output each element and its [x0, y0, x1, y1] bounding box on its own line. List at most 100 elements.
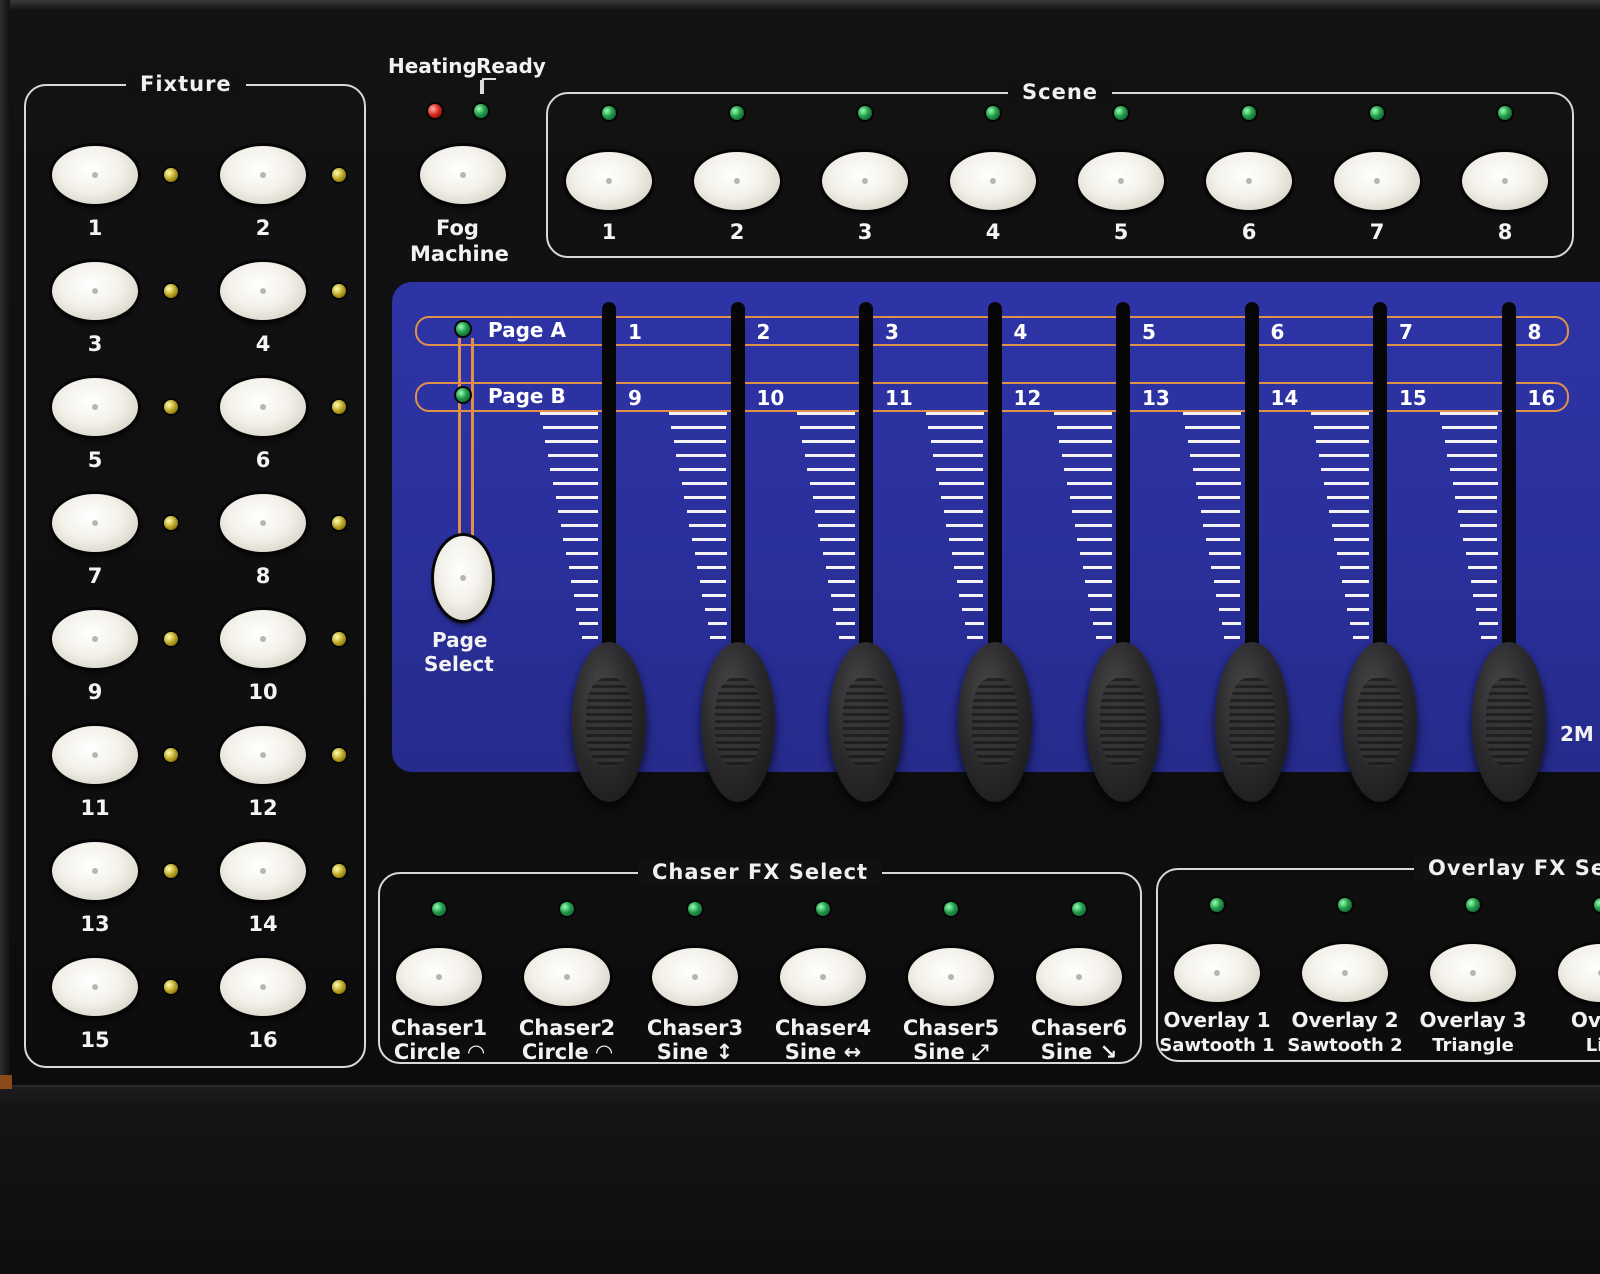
scene-button-7[interactable] [1334, 152, 1420, 210]
fixture-button-1[interactable] [52, 146, 138, 204]
scene-button-6[interactable] [1206, 152, 1292, 210]
heating-bracket [480, 80, 482, 94]
scene-button-5[interactable] [1078, 152, 1164, 210]
scene-led-6 [1242, 106, 1256, 120]
scene-number-label: 8 [1497, 220, 1513, 244]
fixture-led-15 [164, 980, 178, 994]
fixture-button-8[interactable] [220, 494, 306, 552]
fixture-led-4 [332, 284, 346, 298]
overlay-led-1 [1210, 898, 1224, 912]
fader-knob-1[interactable] [572, 642, 646, 802]
scene-led-5 [1114, 106, 1128, 120]
fixture-button-4[interactable] [220, 262, 306, 320]
fixture-number-label: 14 [248, 912, 278, 936]
scene-button-4[interactable] [950, 152, 1036, 210]
chaser-button-1[interactable] [396, 948, 482, 1006]
fixture-led-1 [164, 168, 178, 182]
fixture-button-14[interactable] [220, 842, 306, 900]
fixture-button-9[interactable] [52, 610, 138, 668]
scene-button-3[interactable] [822, 152, 908, 210]
page-a-channel-label: 1 [628, 320, 642, 344]
page-select-label-line2: Select [424, 652, 494, 676]
chaser-button-3[interactable] [652, 948, 738, 1006]
page-a-channel-label: 3 [885, 320, 899, 344]
page-a-label: Page A [488, 318, 566, 342]
scene-number-label: 3 [857, 220, 873, 244]
fixture-number-label: 15 [80, 1028, 110, 1052]
overlay-button-3[interactable] [1430, 944, 1516, 1002]
overlay-label-line1: Overlay 2 [1291, 1008, 1399, 1032]
page-b-channel-label: 14 [1270, 386, 1299, 410]
chaser-led-2 [560, 902, 574, 916]
chaser-label-line1: Chaser4 [774, 1016, 872, 1040]
scene-led-8 [1498, 106, 1512, 120]
fixture-button-12[interactable] [220, 726, 306, 784]
page-a-channel-label: 6 [1270, 320, 1285, 344]
fog-machine-button[interactable] [420, 146, 506, 204]
scene-led-3 [858, 106, 872, 120]
page-select-button[interactable] [434, 536, 492, 620]
fixture-button-10[interactable] [220, 610, 306, 668]
page-b-channel-label: 9 [628, 386, 642, 410]
chaser-label-line2: Circle ◠ [393, 1040, 485, 1064]
console-front-lip [0, 1085, 1600, 1274]
overlay-button-1[interactable] [1174, 944, 1260, 1002]
scene-number-label: 6 [1241, 220, 1257, 244]
fixture-number-label: 9 [87, 680, 103, 704]
fader-scale-4 [925, 412, 984, 650]
fixture-button-5[interactable] [52, 378, 138, 436]
chaser-button-4[interactable] [780, 948, 866, 1006]
scene-button-2[interactable] [694, 152, 780, 210]
fader-knob-3[interactable] [829, 642, 903, 802]
fixture-number-label: 8 [255, 564, 271, 588]
overlay-title: Overlay FX Sel [1414, 856, 1600, 880]
fixture-number-label: 5 [87, 448, 103, 472]
fixture-number-label: 2 [255, 216, 271, 240]
fixture-button-6[interactable] [220, 378, 306, 436]
fixture-button-15[interactable] [52, 958, 138, 1016]
fader-knob-7[interactable] [1343, 642, 1417, 802]
fixture-led-13 [164, 864, 178, 878]
fader-knob-2[interactable] [700, 642, 775, 802]
page-b-label: Page B [488, 384, 566, 408]
chaser-label-line1: Chaser3 [646, 1016, 744, 1040]
fixture-number-label: 1 [87, 216, 103, 240]
ready-label: Ready [476, 54, 546, 78]
fog-label-line1: Fog [436, 216, 479, 240]
fader-knob-8[interactable] [1471, 642, 1546, 802]
fixture-button-16[interactable] [220, 958, 306, 1016]
fixture-button-11[interactable] [52, 726, 138, 784]
chaser-button-5[interactable] [908, 948, 994, 1006]
model-label-fragment: 2M [1560, 722, 1594, 746]
fader-knob-4[interactable] [957, 642, 1032, 802]
overlay-label-line2: Lin [1585, 1035, 1600, 1056]
chaser-title: Chaser FX Select [638, 860, 883, 884]
chaser-label-line1: Chaser6 [1030, 1016, 1128, 1040]
scene-button-1[interactable] [566, 152, 652, 210]
fixture-button-13[interactable] [52, 842, 138, 900]
chaser-label-line1: Chaser1 [390, 1016, 488, 1040]
fixture-number-label: 4 [255, 332, 271, 356]
chaser-label-line2: Sine ↔ [784, 1040, 862, 1064]
chaser-button-6[interactable] [1036, 948, 1122, 1006]
ready-led [474, 104, 488, 118]
overlay-button-2[interactable] [1302, 944, 1388, 1002]
chaser-label-line2: Sine ↕ [656, 1040, 734, 1064]
chaser-button-2[interactable] [524, 948, 610, 1006]
heating-label: Heating [388, 54, 477, 78]
fixture-button-7[interactable] [52, 494, 138, 552]
scene-number-label: 1 [601, 220, 617, 244]
fixture-button-3[interactable] [52, 262, 138, 320]
chaser-led-6 [1072, 902, 1086, 916]
fixture-button-2[interactable] [220, 146, 306, 204]
scene-title: Scene [1008, 80, 1113, 104]
chaser-label-line2: Sine ↘ [1040, 1040, 1118, 1064]
page-a-channel-label: 4 [1013, 320, 1028, 344]
fader-knob-5[interactable] [1086, 642, 1160, 802]
fader-scale-8 [1439, 412, 1498, 650]
fader-knob-6[interactable] [1214, 642, 1289, 802]
scene-button-8[interactable] [1462, 152, 1548, 210]
fixture-led-11 [164, 748, 178, 762]
scene-number-label: 4 [985, 220, 1001, 244]
fader-scale-5 [1054, 412, 1112, 650]
